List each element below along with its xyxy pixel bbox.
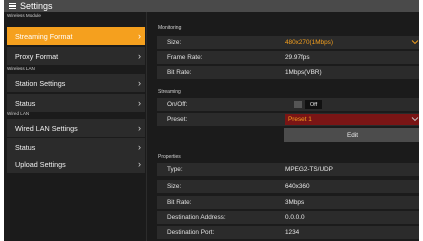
preset-label: Preset: — [167, 116, 188, 123]
sidebar-item-wired-lan-settings[interactable]: Wired LAN Settings › — [7, 119, 145, 137]
sidebar-item-upload-settings[interactable]: Upload Settings › — [7, 155, 145, 173]
chevron-right-icon: › — [138, 50, 141, 61]
window-title: Settings — [20, 1, 53, 11]
chevron-down-icon[interactable] — [411, 38, 419, 46]
bit-rate-label: Bit Rate: — [167, 199, 192, 206]
destination-address-label: Destination Address: — [167, 214, 226, 221]
size-value: 640x360 — [285, 183, 310, 190]
frame-rate-label: Frame Rate: — [167, 54, 203, 61]
edit-button[interactable]: Edit — [284, 128, 419, 142]
hamburger-icon[interactable] — [6, 0, 18, 12]
sidebar-item-label: Proxy Format — [15, 51, 59, 61]
destination-address-value: 0.0.0.0 — [285, 214, 305, 221]
chevron-right-icon: › — [138, 141, 141, 152]
group-label-wired-lan: Wired LAN — [7, 111, 30, 116]
sidebar-item-label: Upload Settings — [15, 159, 66, 169]
type-label: Type: — [167, 166, 183, 173]
monitoring-size-row[interactable]: Size: 480x270(1Mbps) — [157, 36, 419, 49]
sidebar-item-station-settings[interactable]: Station Settings › — [7, 74, 145, 92]
sidebar-item-label: Wired LAN Settings — [15, 123, 78, 133]
streaming-onoff-row[interactable]: On/Off: Off — [157, 98, 419, 111]
chevron-right-icon: › — [138, 122, 141, 133]
main-panel: Monitoring Size: 480x270(1Mbps) Frame Ra… — [156, 12, 419, 241]
title-bar: Settings — [4, 0, 419, 12]
frame-rate-value: 29.97fps — [285, 54, 310, 61]
preset-dropdown[interactable]: Preset 1 — [285, 114, 419, 125]
settings-window: Settings Wireless Module Streaming Forma… — [4, 0, 419, 241]
group-label-wireless-lan: Wireless LAN — [7, 66, 35, 71]
type-value: MPEG2-TS/UDP — [285, 166, 333, 173]
size-label: Size: — [167, 39, 182, 46]
sidebar-item-streaming-format[interactable]: Streaming Format › — [7, 27, 145, 45]
section-label-properties: Properties — [158, 154, 181, 160]
bit-rate-value: 3Mbps — [285, 199, 305, 206]
properties-size-row: Size: 640x360 — [157, 180, 419, 193]
group-label-wireless-module: Wireless Module — [7, 13, 41, 18]
destination-port-value: 1234 — [285, 229, 300, 236]
sidebar-item-label: Streaming Format — [15, 31, 73, 41]
chevron-right-icon: › — [138, 77, 141, 88]
size-label: Size: — [167, 183, 182, 190]
sidebar-item-label: Status — [15, 98, 36, 108]
chevron-down-icon[interactable] — [411, 115, 419, 123]
sidebar: Wireless Module Streaming Format › Proxy… — [4, 12, 147, 241]
section-label-streaming: Streaming — [158, 89, 181, 95]
onoff-label: On/Off: — [167, 101, 188, 108]
properties-destination-address-row: Destination Address: 0.0.0.0 — [157, 211, 419, 224]
sidebar-item-label: Station Settings — [15, 78, 66, 88]
destination-port-label: Destination Port: — [167, 229, 215, 236]
properties-type-row: Type: MPEG2-TS/UDP — [157, 163, 419, 176]
properties-bit-rate-row: Bit Rate: 3Mbps — [157, 196, 419, 209]
sidebar-item-wired-status[interactable]: Status › — [7, 138, 145, 156]
bit-rate-label: Bit Rate: — [167, 69, 192, 76]
sidebar-item-wireless-status[interactable]: Status › — [7, 94, 145, 112]
section-label-monitoring: Monitoring — [158, 25, 182, 31]
chevron-right-icon: › — [138, 30, 141, 41]
size-dropdown-value[interactable]: 480x270(1Mbps) — [285, 39, 333, 46]
streaming-preset-row[interactable]: Preset: Preset 1 — [157, 113, 419, 126]
onoff-toggle[interactable] — [294, 101, 302, 108]
chevron-right-icon: › — [138, 97, 141, 108]
monitoring-frame-rate-row: Frame Rate: 29.97fps — [157, 51, 419, 64]
onoff-value: Off — [305, 100, 322, 109]
monitoring-bit-rate-row: Bit Rate: 1Mbps(VBR) — [157, 66, 419, 79]
chevron-right-icon: › — [138, 158, 141, 169]
bit-rate-value: 1Mbps(VBR) — [285, 69, 322, 76]
sidebar-item-label: Status — [15, 142, 36, 152]
sidebar-item-proxy-format[interactable]: Proxy Format › — [7, 47, 145, 65]
properties-destination-port-row: Destination Port: 1234 — [157, 226, 419, 239]
preset-value: Preset 1 — [288, 116, 312, 123]
